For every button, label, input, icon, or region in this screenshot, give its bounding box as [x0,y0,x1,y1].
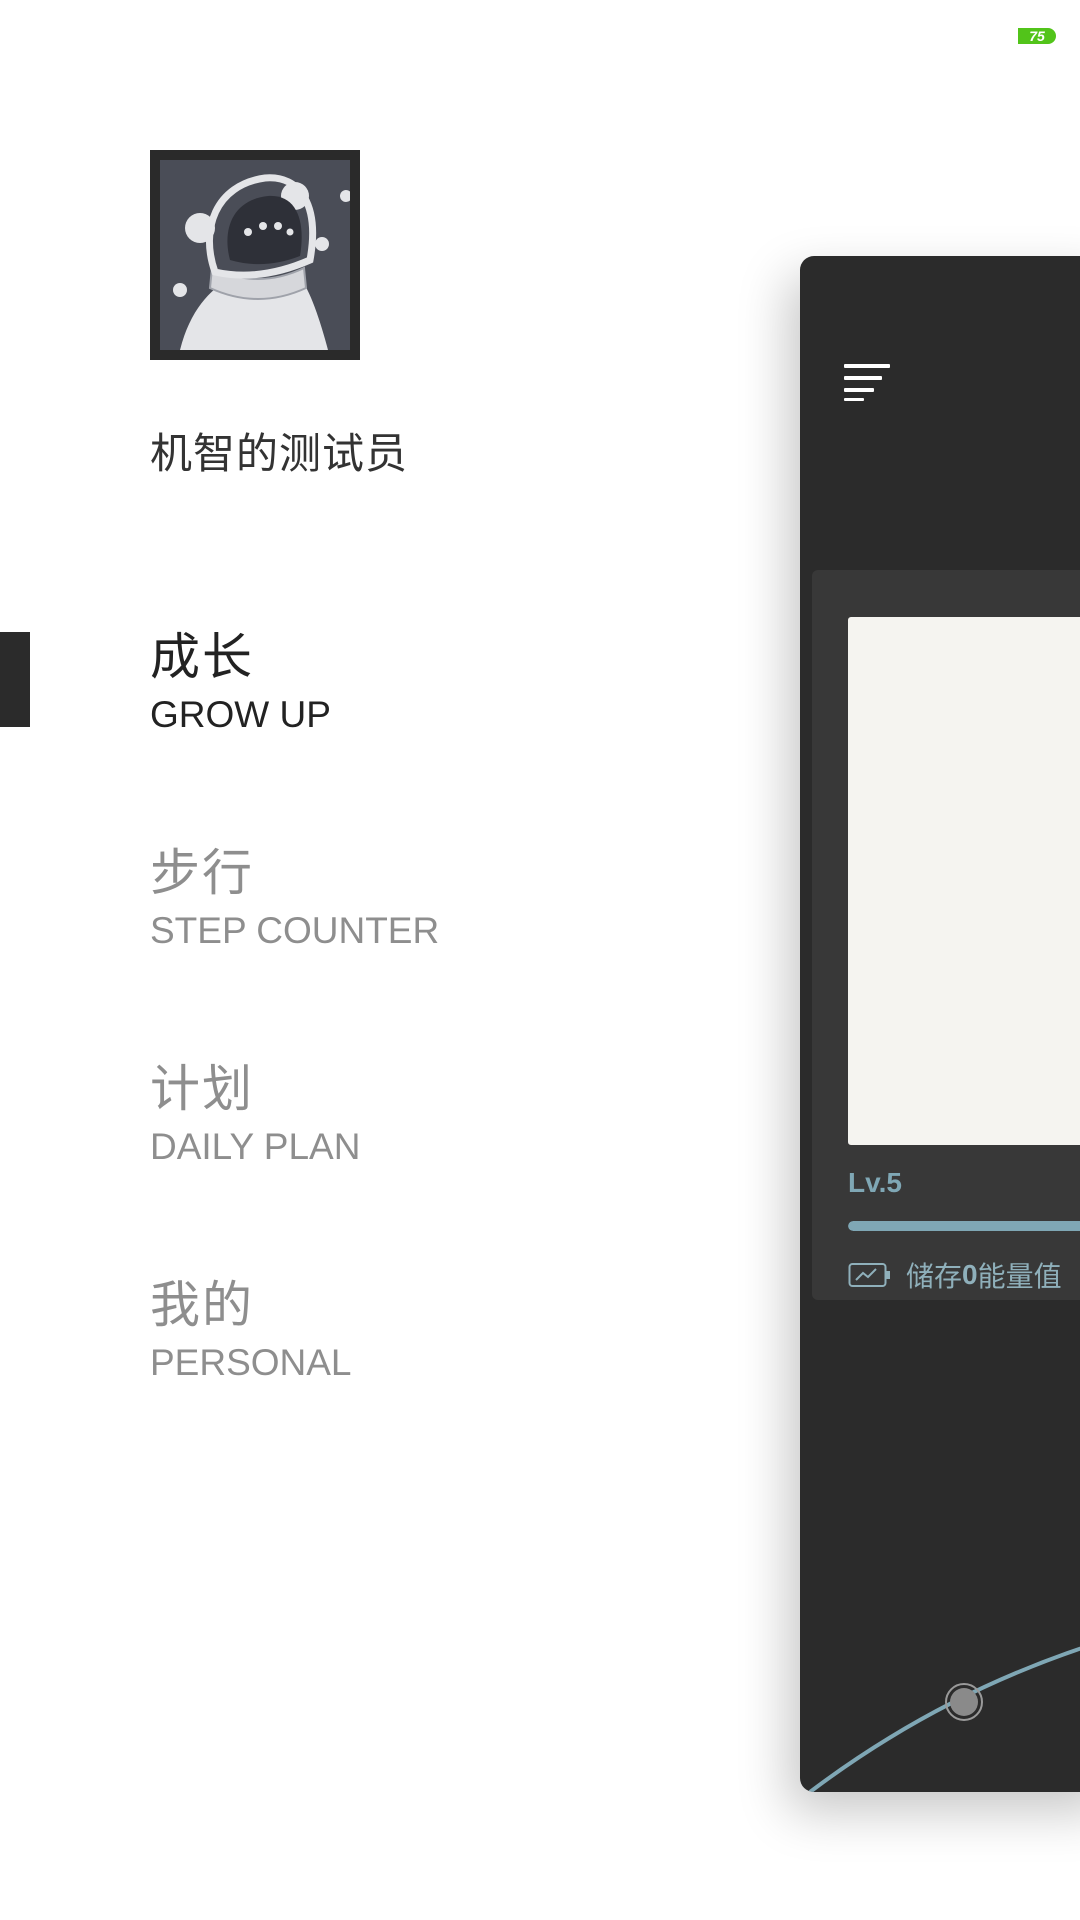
user-avatar[interactable] [150,150,360,360]
menu-item-grow-up[interactable]: 成长 GROW UP [150,624,331,740]
menu-item-label-zh: 我的 [150,1276,254,1334]
menu-item-label-zh: 步行 [150,844,254,902]
battery-level: 75 [1029,28,1045,44]
growth-card[interactable]: s Lv.5 储存 0 能量值 [812,570,1080,1300]
menu-item-step-counter[interactable]: 步行 STEP COUNTER [150,840,439,956]
menu-item-label-zh: 计划 [150,1060,254,1118]
level-progress-bar [848,1221,1080,1231]
energy-prefix: 储存 [906,1260,963,1293]
menu-item-label-en: STEP COUNTER [150,910,440,951]
energy-value: 0 [962,1259,978,1290]
battery-outline-icon [848,1263,890,1287]
app-screen: 75 机智的测试员 成长 GROW UP 步行 STEP COUNTER 计划 … [0,0,1080,1920]
active-menu-indicator [0,632,30,727]
level-label: Lv.5 [848,1167,902,1198]
username: 机智的测试员 [150,429,409,478]
energy-storage: 储存 0 能量值 [848,1258,1062,1293]
level-progress-fill [848,1221,1080,1231]
menu-icon[interactable] [844,364,890,401]
astronaut-avatar-icon [160,160,350,350]
menu-item-label-en: GROW UP [150,694,331,735]
menu-item-personal[interactable]: 我的 PERSONAL [150,1272,352,1388]
battery-icon: 75 [1018,28,1056,44]
growth-card-image: s [848,617,1080,1145]
menu-item-label-en: PERSONAL [150,1342,352,1383]
step-progress-arc [808,1646,1080,1792]
menu-item-daily-plan[interactable]: 计划 DAILY PLAN [150,1056,360,1172]
menu-item-label-zh: 成长 [150,628,254,686]
main-content-panel[interactable]: s Lv.5 储存 0 能量值 [800,256,1080,1792]
menu-item-label-en: DAILY PLAN [150,1126,361,1167]
energy-suffix: 能量值 [977,1260,1062,1293]
